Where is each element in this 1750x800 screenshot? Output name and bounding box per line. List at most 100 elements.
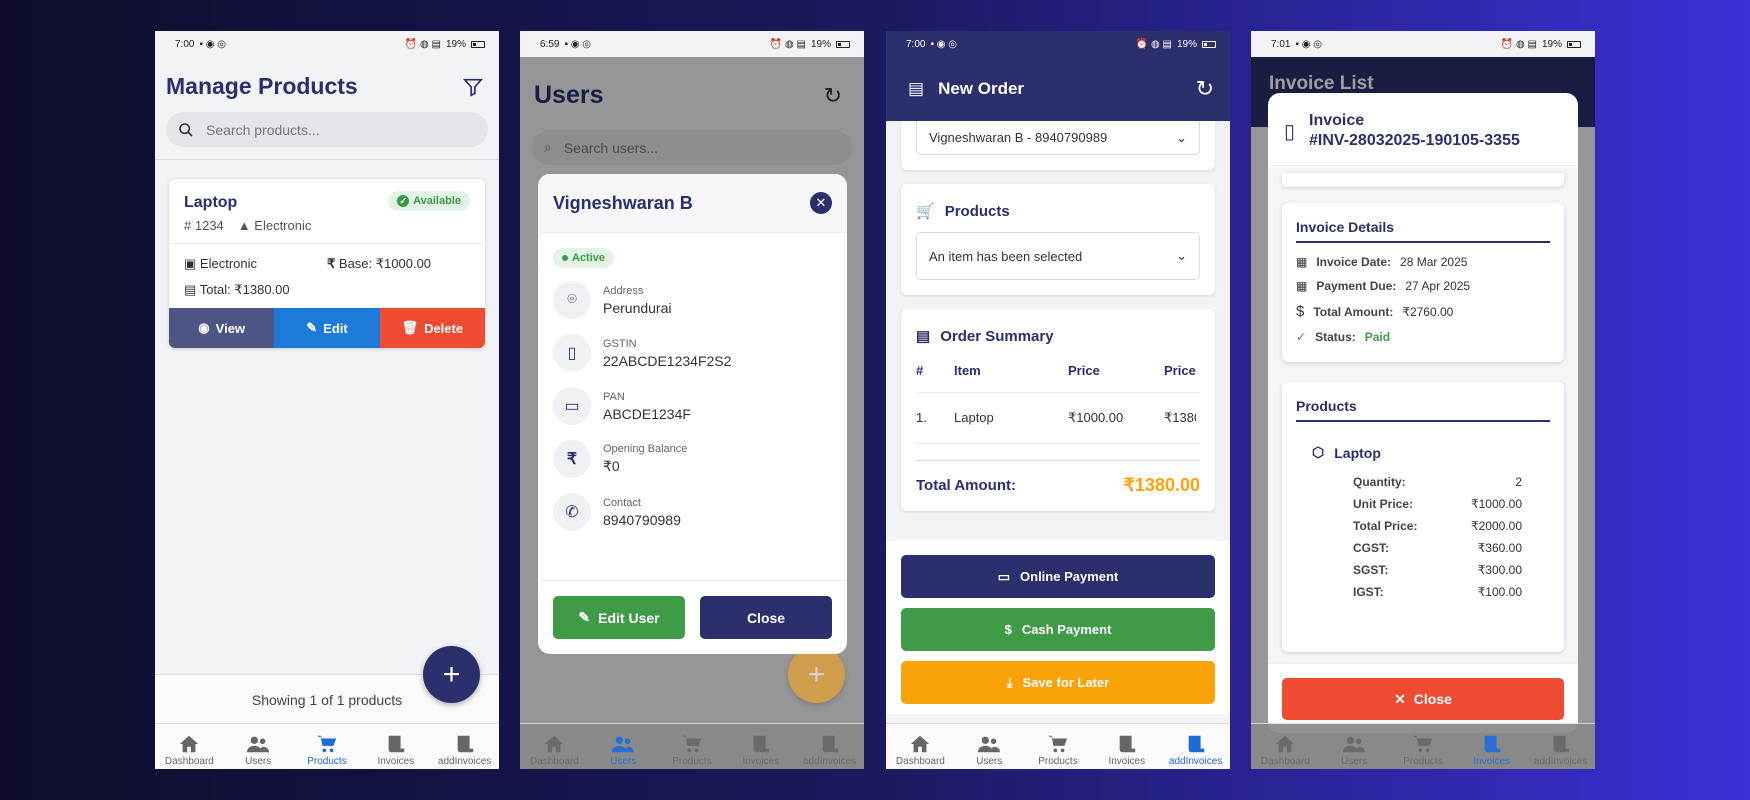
online-payment-button[interactable]: ▭ Online Payment bbox=[901, 555, 1215, 598]
nav-dashboard[interactable]: Dashboard bbox=[1253, 733, 1317, 767]
line-item: Quantity: 2 bbox=[1353, 475, 1550, 489]
package-icon: ⬡ bbox=[1312, 444, 1325, 460]
nav-invoices[interactable]: Invoices bbox=[1095, 733, 1159, 767]
list-icon: ▤ bbox=[916, 328, 931, 345]
close-button[interactable]: Close bbox=[700, 596, 832, 639]
line-key: Total Price: bbox=[1353, 519, 1418, 533]
view-label: View bbox=[215, 320, 246, 336]
line-value: ₹300.00 bbox=[1477, 563, 1522, 577]
nav-invoices[interactable]: Invoices bbox=[729, 733, 793, 767]
refresh-icon[interactable]: ↻ bbox=[1196, 76, 1214, 102]
edit-icon: ✎ bbox=[306, 320, 318, 335]
chevron-down-icon: ⌄ bbox=[1176, 129, 1187, 145]
product-select[interactable]: An item has been selected ⌄ bbox=[916, 232, 1200, 280]
total-value: ₹1380.00 bbox=[1123, 475, 1200, 495]
nav-addinvoices[interactable]: addInvoices bbox=[798, 733, 862, 767]
customer-section: Vigneshwaran B - 8940790989 ⌄ bbox=[901, 121, 1215, 170]
filter-icon[interactable] bbox=[462, 76, 484, 98]
home-icon bbox=[911, 735, 930, 753]
section-heading: Products bbox=[1296, 398, 1550, 422]
close-icon[interactable]: ✕ bbox=[810, 192, 832, 214]
field-label: GSTIN bbox=[603, 337, 637, 350]
product-base: ₹ Base: ₹1000.00 bbox=[327, 256, 470, 272]
nav-invoices[interactable]: Invoices bbox=[1460, 733, 1524, 767]
view-button[interactable]: ◉ View bbox=[169, 308, 275, 348]
plus-icon: + bbox=[442, 657, 461, 691]
field-value: 8940790989 bbox=[603, 511, 681, 528]
nav-addinvoices[interactable]: addInvoices bbox=[1529, 733, 1593, 767]
invoice-detail-modal: ▯ Invoice #INV-28032025-190105-3355 Invoi… bbox=[1268, 93, 1578, 733]
edit-user-button[interactable]: ✎ Edit User bbox=[553, 596, 685, 639]
invoice-products-card: Products ⬡ Laptop Quantity: 2 Unit Price: ₹… bbox=[1282, 382, 1564, 652]
nav-products[interactable]: Products bbox=[295, 733, 359, 767]
receipt-icon bbox=[388, 735, 405, 753]
nav-label: Products bbox=[1403, 756, 1443, 767]
nav-invoices[interactable]: Invoices bbox=[364, 733, 428, 767]
address-row: ⌾ Address Perundurai bbox=[553, 281, 832, 319]
nav-dashboard[interactable]: Dashboard bbox=[522, 733, 586, 767]
nav-products[interactable]: Products bbox=[1391, 733, 1455, 767]
nav-users[interactable]: Users bbox=[1322, 733, 1386, 767]
products-section: 🛒 Products An item has been selected ⌄ bbox=[901, 184, 1215, 295]
cell: ₹1380 bbox=[1164, 410, 1196, 425]
customer-select[interactable]: Vigneshwaran B - 8940790989 ⌄ bbox=[916, 121, 1200, 155]
line-key: Quantity: bbox=[1353, 475, 1406, 489]
line-value: ₹1000.00 bbox=[1470, 497, 1522, 511]
location-icon: ⌾ bbox=[553, 281, 591, 319]
nav-dashboard[interactable]: Dashboard bbox=[888, 733, 952, 767]
receipt-icon bbox=[1484, 735, 1501, 753]
cash-payment-button[interactable]: $ Cash Payment bbox=[901, 608, 1215, 651]
nav-addinvoices[interactable]: addInvoices bbox=[1164, 733, 1228, 767]
status-label: Available bbox=[413, 195, 461, 207]
total-label: Total Amount: bbox=[916, 477, 1016, 494]
cell: 1. bbox=[916, 410, 927, 425]
section-heading: Order Summary bbox=[940, 327, 1054, 345]
close-icon: ✕ bbox=[1394, 690, 1406, 707]
bottom-nav: Dashboard Users Products Invoices addInv… bbox=[520, 723, 864, 769]
add-user-button[interactable]: + bbox=[788, 646, 845, 703]
nav-label: Users bbox=[1341, 756, 1368, 767]
battery-level: 19% bbox=[810, 38, 831, 50]
edit-button[interactable]: ✎ Edit bbox=[274, 308, 380, 348]
line-item: Unit Price: ₹1000.00 bbox=[1353, 497, 1550, 511]
modal-title: Vigneshwaran B bbox=[553, 192, 693, 213]
nav-label: addInvoices bbox=[1533, 756, 1588, 767]
search-input[interactable]: Search products... bbox=[166, 112, 488, 147]
section-heading: Invoice Details bbox=[1296, 219, 1550, 243]
users-icon bbox=[612, 736, 635, 753]
manage-products-screen: 7:00 ▪ ◉ ◎ ⏰ ◍ ▤ 19% Manage Products Search… bbox=[155, 31, 499, 769]
nav-users[interactable]: Users bbox=[957, 733, 1021, 767]
nav-users[interactable]: Users bbox=[226, 733, 290, 767]
save-later-button[interactable]: ⤓ Save for Later bbox=[901, 661, 1215, 704]
status-value: Paid bbox=[1364, 330, 1391, 344]
delete-button[interactable]: 🗑 Delete bbox=[379, 308, 485, 348]
bottom-nav: Dashboard Users Products Invoices addInv… bbox=[155, 723, 499, 769]
battery-icon bbox=[836, 40, 850, 48]
trash-icon: 🗑 bbox=[401, 320, 419, 335]
users-icon bbox=[247, 736, 270, 753]
status-bar: 6:59 ▪ ◉ ◎ ⏰ ◍ ▤ 19% bbox=[520, 31, 864, 57]
line-value: 2 bbox=[1515, 475, 1522, 489]
add-product-button[interactable]: + bbox=[423, 646, 480, 703]
nav-dashboard[interactable]: Dashboard bbox=[157, 733, 221, 767]
nav-label: Dashboard bbox=[164, 756, 214, 767]
nav-users[interactable]: Users bbox=[591, 733, 655, 767]
code-value: 1234 bbox=[194, 218, 224, 233]
cart-icon bbox=[1047, 735, 1068, 753]
contact-row: ✆ Contact 8940790989 bbox=[553, 493, 832, 531]
line-value: ₹360.00 bbox=[1477, 541, 1522, 555]
invoice-details-card: Invoice Details ▦ Invoice Date: 28 Mar 202… bbox=[1282, 203, 1564, 362]
edit-user-label: Edit User bbox=[598, 609, 660, 626]
nav-products[interactable]: Products bbox=[660, 733, 724, 767]
field-label: Opening Balance bbox=[603, 443, 688, 455]
nav-label: Products bbox=[1038, 756, 1078, 767]
close-button[interactable]: ✕ Close bbox=[1282, 678, 1564, 720]
nav-addinvoices[interactable]: addInvoices bbox=[433, 733, 497, 767]
status-bar: 7:01 ▪ ◉ ◎ ⏰ ◍ ▤ 19% bbox=[1251, 31, 1595, 57]
nav-products[interactable]: Products bbox=[1026, 733, 1090, 767]
bottom-nav: Dashboard Users Products Invoices addInv… bbox=[1251, 723, 1595, 769]
line-item: Total Price: ₹2000.00 bbox=[1353, 519, 1550, 533]
edit-icon: ✎ bbox=[578, 609, 591, 625]
line-value: ₹100.00 bbox=[1477, 585, 1522, 599]
due-value: 27 Apr 2025 bbox=[1405, 279, 1471, 293]
